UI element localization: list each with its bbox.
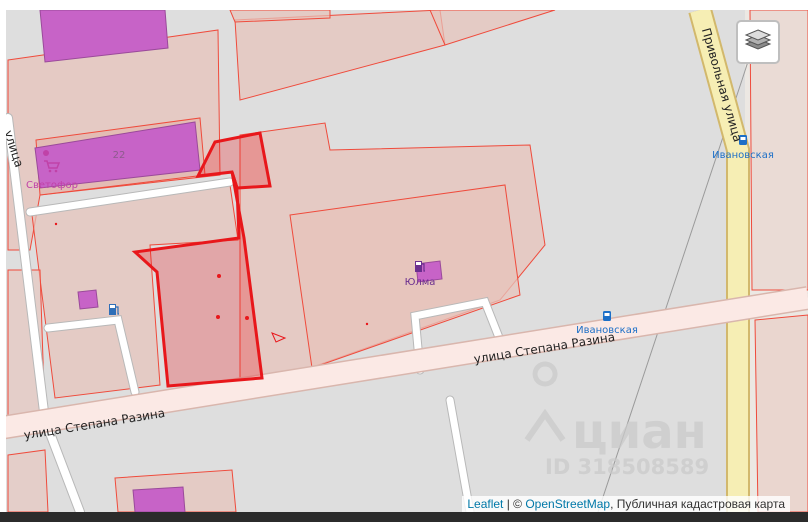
parcel[interactable] <box>7 449 49 513</box>
layers-icon <box>744 26 772 59</box>
map-attribution: Leaflet | © OpenStreetMap, Публичная кад… <box>462 496 790 512</box>
top-frame <box>0 0 808 10</box>
watermark-brand: циан <box>572 404 707 460</box>
bus-stop-label: Ивановская <box>712 150 774 161</box>
left-frame <box>0 10 6 512</box>
map-canvas[interactable]: Светофор 22 Юлма Ивановская Ивановская у… <box>0 0 808 522</box>
building[interactable] <box>77 289 99 310</box>
bottom-frame <box>0 512 808 522</box>
point-marker <box>365 322 369 326</box>
parcel[interactable] <box>754 314 808 513</box>
osm-link[interactable]: OpenStreetMap <box>525 497 610 511</box>
watermark-id: ID 318508589 <box>545 455 709 479</box>
layers-button[interactable] <box>736 20 780 64</box>
poi-label-svetofor: Светофор <box>26 180 78 191</box>
map-view[interactable]: Светофор 22 Юлма Ивановская Ивановская у… <box>0 0 808 522</box>
attribution-separator: | © <box>503 497 526 511</box>
building[interactable] <box>132 486 186 513</box>
house-number-label: 22 <box>113 150 126 161</box>
point-marker <box>54 222 58 226</box>
cadastre-credit: , Публичная кадастровая карта <box>610 497 785 511</box>
bus-stop-icon[interactable] <box>603 311 611 321</box>
poi-label-yulma: Юлма <box>405 277 436 288</box>
leaflet-link[interactable]: Leaflet <box>467 497 503 511</box>
